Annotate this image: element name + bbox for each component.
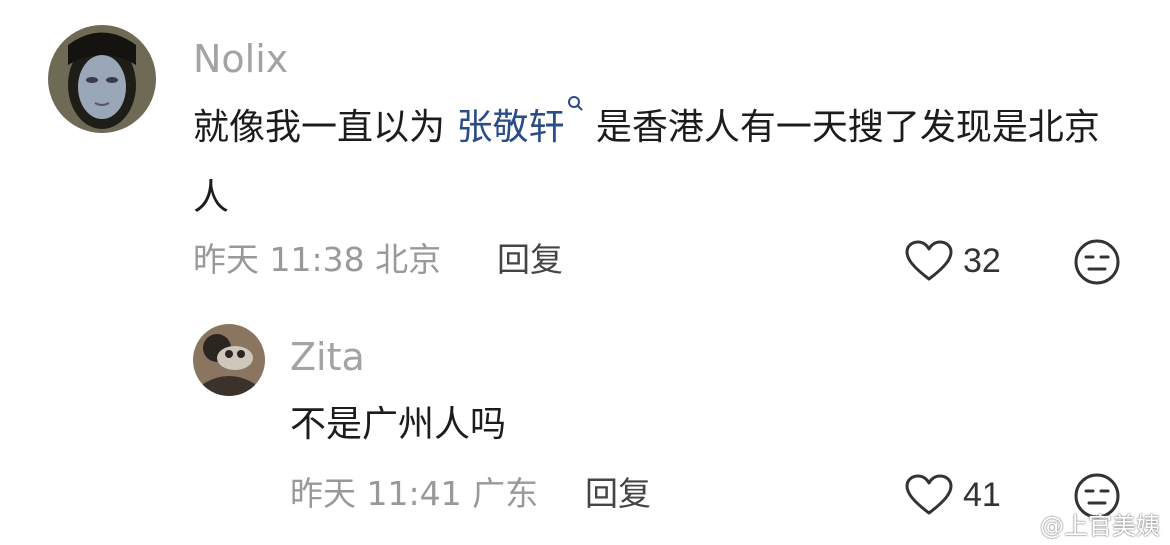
avatar-image xyxy=(193,324,265,396)
weibo-logo-icon xyxy=(1006,516,1034,539)
avatar-image xyxy=(48,25,156,133)
reply-meta: 昨天 11:41 广东 xyxy=(290,477,538,510)
comment-text: 就像我一直以为 张敬轩 是香港人有一天搜了发现是北京人 xyxy=(193,93,1133,233)
like-count: 32 xyxy=(963,241,1001,280)
like-count: 41 xyxy=(963,475,1001,514)
watermark-text: @上官美姨 xyxy=(1040,512,1160,540)
reply-button[interactable]: 回复 xyxy=(497,243,563,276)
like-button[interactable]: 32 xyxy=(905,240,1001,282)
reply-username[interactable]: Zita xyxy=(290,338,365,376)
comment-username[interactable]: Nolix xyxy=(193,40,288,78)
heart-outline-icon xyxy=(905,240,953,281)
comment-time: 昨天 11:38 xyxy=(193,240,365,279)
reply-button[interactable]: 回复 xyxy=(585,477,651,510)
reply-location: 广东 xyxy=(472,474,539,513)
avatar[interactable] xyxy=(48,25,156,133)
reply-avatar[interactable] xyxy=(193,324,265,396)
search-icon xyxy=(568,96,583,111)
watermark: @上官美姨 xyxy=(1006,513,1160,539)
comment-location: 北京 xyxy=(375,240,442,279)
neutral-face-icon xyxy=(1074,239,1120,285)
comment-meta: 昨天 11:38 北京 xyxy=(193,243,441,276)
search-link[interactable]: 张敬轩 xyxy=(456,96,584,148)
emoji-reaction-button[interactable] xyxy=(1073,238,1121,286)
reply-text: 不是广州人吗 xyxy=(290,404,507,445)
reply-time: 昨天 11:41 xyxy=(290,474,462,513)
comment-text-before: 就像我一直以为 xyxy=(193,107,457,148)
heart-outline-icon xyxy=(905,474,953,515)
search-link-label: 张敬轩 xyxy=(456,107,565,148)
like-button[interactable]: 41 xyxy=(905,474,1001,516)
